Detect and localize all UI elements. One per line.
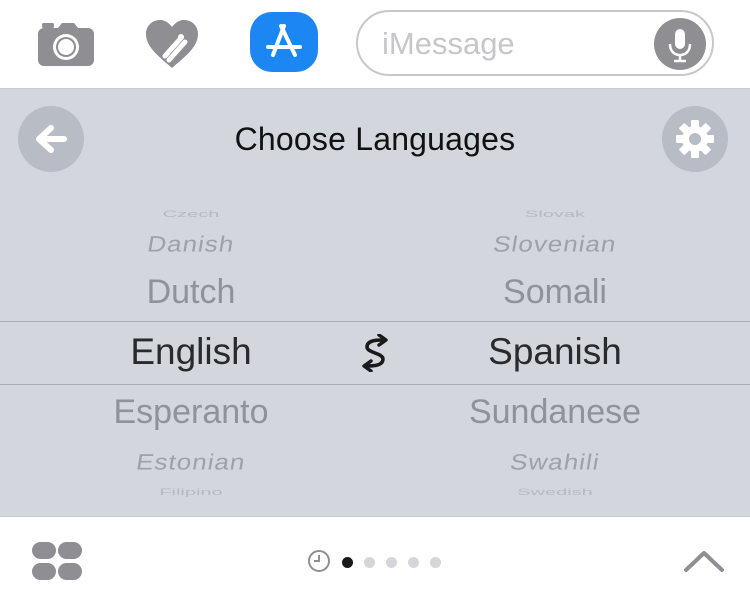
page-dot[interactable]: [386, 557, 397, 568]
imessage-app-bar: [0, 0, 750, 89]
page-title: Choose Languages: [234, 121, 516, 157]
page-dot[interactable]: [408, 557, 419, 568]
app-drawer-icon[interactable]: [30, 539, 84, 583]
swap-icon[interactable]: [357, 334, 393, 372]
chevron-up-icon[interactable]: [682, 545, 726, 575]
page-dot[interactable]: [430, 557, 441, 568]
picker-option[interactable]: Slovak: [180, 209, 750, 219]
gear-icon: [676, 120, 714, 158]
page-indicator[interactable]: [307, 549, 447, 573]
microphone-icon[interactable]: [654, 18, 706, 70]
app-drawer-bar: [0, 516, 750, 605]
picker-option[interactable]: Slovenian: [178, 231, 750, 257]
picker-option[interactable]: Sundanese: [180, 393, 750, 432]
picker-option[interactable]: Somali: [180, 273, 750, 312]
selected-target-language[interactable]: Spanish: [180, 331, 750, 373]
page-dot-active[interactable]: [342, 557, 353, 568]
language-picker-panel: Choose Languages Czech Danish Dutch Engl…: [0, 89, 750, 516]
picker-option[interactable]: Swahili: [178, 449, 750, 475]
message-field[interactable]: [356, 10, 714, 76]
page-dot[interactable]: [364, 557, 375, 568]
heart-icon[interactable]: [143, 18, 201, 70]
picker-option[interactable]: Swedish: [180, 487, 750, 497]
app-store-icon[interactable]: [250, 12, 318, 72]
camera-icon[interactable]: [36, 20, 96, 68]
target-language-picker[interactable]: Slovak Slovenian Somali Spanish Sundanes…: [375, 193, 750, 497]
settings-button[interactable]: [662, 106, 728, 172]
message-input[interactable]: [382, 24, 642, 64]
clock-icon[interactable]: [307, 549, 331, 573]
